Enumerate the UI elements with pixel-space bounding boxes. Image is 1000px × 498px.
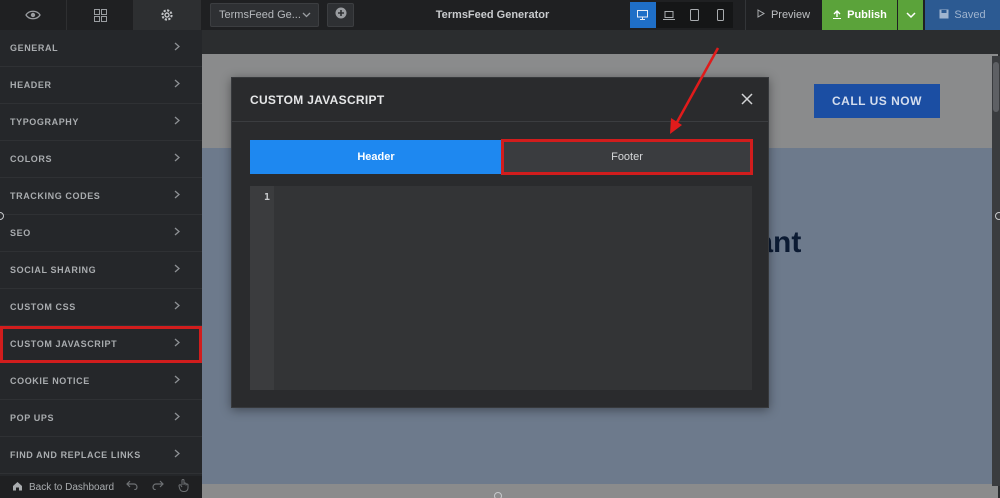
call-us-now-button[interactable]: CALL US NOW <box>814 84 940 118</box>
site-bottom-section <box>202 484 998 498</box>
add-page-button[interactable] <box>327 3 354 27</box>
publish-button[interactable]: Publish <box>822 0 897 30</box>
hand-pointer-icon[interactable] <box>178 479 190 495</box>
chevron-right-icon <box>174 412 180 423</box>
line-number: 1 <box>263 192 270 203</box>
chevron-right-icon <box>174 227 180 238</box>
sidebar-item-label: COOKIE NOTICE <box>10 376 90 386</box>
annotation-arrow <box>670 47 720 134</box>
line-number-gutter: 1 <box>250 186 274 390</box>
sidebar-item-tracking-codes[interactable]: TRACKING CODES <box>0 178 202 215</box>
sidebar-item-label: CUSTOM JAVASCRIPT <box>10 339 118 349</box>
sidebar-item-label: SOCIAL SHARING <box>10 265 97 275</box>
sidebar-footer: Back to Dashboard <box>0 476 202 498</box>
grid-icon[interactable] <box>67 0 134 30</box>
code-editor[interactable]: 1 <box>250 186 752 390</box>
chevron-right-icon <box>174 301 180 312</box>
redo-icon[interactable] <box>152 480 164 493</box>
sidebar-item-pop-ups[interactable]: POP UPS <box>0 400 202 437</box>
canvas-scrollbar-thumb[interactable] <box>993 62 999 112</box>
resize-handle-right[interactable] <box>995 212 1000 220</box>
site-title: TermsFeed Generator <box>435 9 550 21</box>
device-switcher <box>630 2 733 28</box>
top-toolbar: TermsFeed Ge... TermsFeed Generator Prev… <box>0 0 1000 30</box>
laptop-icon[interactable] <box>656 2 682 28</box>
plus-circle-icon <box>335 6 347 24</box>
tablet-icon[interactable] <box>682 2 708 28</box>
chevron-right-icon <box>174 449 180 460</box>
sidebar-item-colors[interactable]: COLORS <box>0 141 202 178</box>
sidebar-item-label: TRACKING CODES <box>10 191 101 201</box>
sidebar-item-general[interactable]: GENERAL <box>0 30 202 67</box>
publish-label: Publish <box>847 9 887 21</box>
canvas-scrollbar[interactable] <box>992 56 1000 486</box>
saved-button[interactable]: Saved <box>925 0 1000 30</box>
sidebar-item-label: CUSTOM CSS <box>10 302 76 312</box>
sidebar-item-header[interactable]: HEADER <box>0 67 202 104</box>
chevron-right-icon <box>174 42 180 53</box>
chevron-right-icon <box>174 153 180 164</box>
sidebar-item-find-and-replace-links[interactable]: FIND AND REPLACE LINKS <box>0 437 202 474</box>
sidebar-item-social-sharing[interactable]: SOCIAL SHARING <box>0 252 202 289</box>
mobile-icon[interactable] <box>707 2 733 28</box>
chevron-right-icon <box>174 375 180 386</box>
sidebar-item-cookie-notice[interactable]: COOKIE NOTICE <box>0 363 202 400</box>
sidebar-item-seo[interactable]: SEO <box>0 215 202 252</box>
save-icon <box>939 9 949 22</box>
back-to-dashboard-link[interactable]: Back to Dashboard <box>29 482 114 493</box>
undo-icon[interactable] <box>126 480 138 493</box>
sidebar-item-label: HEADER <box>10 80 52 90</box>
gear-icon[interactable] <box>134 0 201 30</box>
preview-label: Preview <box>770 9 811 21</box>
play-icon <box>757 9 765 21</box>
sidebar-item-label: COLORS <box>10 154 53 164</box>
saved-label: Saved <box>954 9 986 21</box>
modal-title: CUSTOM JAVASCRIPT <box>250 93 385 107</box>
eye-icon[interactable] <box>0 0 67 30</box>
settings-sidebar: GENERAL HEADER TYPOGRAPHY COLORS TRACKIN… <box>0 30 202 498</box>
sidebar-item-custom-css[interactable]: CUSTOM CSS <box>0 289 202 326</box>
home-icon <box>12 481 23 494</box>
sidebar-item-label: SEO <box>10 228 31 238</box>
sidebar-item-label: TYPOGRAPHY <box>10 117 80 127</box>
sidebar-item-label: FIND AND REPLACE LINKS <box>10 450 141 460</box>
panel-switcher <box>0 0 202 30</box>
publish-dropdown-button[interactable] <box>898 0 923 30</box>
resize-handle-bottom[interactable] <box>494 492 502 498</box>
sidebar-item-typography[interactable]: TYPOGRAPHY <box>0 104 202 141</box>
upload-icon <box>832 9 842 22</box>
sidebar-item-label: POP UPS <box>10 413 55 423</box>
chevron-down-icon <box>302 10 311 22</box>
chevron-right-icon <box>174 338 180 349</box>
canvas-top-strip <box>202 30 998 54</box>
chevron-right-icon <box>174 264 180 275</box>
desktop-icon[interactable] <box>630 2 656 28</box>
chevron-right-icon <box>174 79 180 90</box>
sidebar-item-label: GENERAL <box>10 43 59 53</box>
chevron-down-icon <box>905 6 916 24</box>
chevron-right-icon <box>174 190 180 201</box>
sidebar-item-custom-javascript[interactable]: CUSTOM JAVASCRIPT <box>0 326 202 363</box>
site-select-value: TermsFeed Ge... <box>219 9 301 21</box>
tab-footer[interactable]: Footer <box>501 139 753 175</box>
site-select-dropdown[interactable]: TermsFeed Ge... <box>210 3 319 27</box>
chevron-right-icon <box>174 116 180 127</box>
preview-button[interactable]: Preview <box>745 0 821 30</box>
close-icon[interactable] <box>740 92 754 106</box>
tab-header[interactable]: Header <box>250 140 502 174</box>
